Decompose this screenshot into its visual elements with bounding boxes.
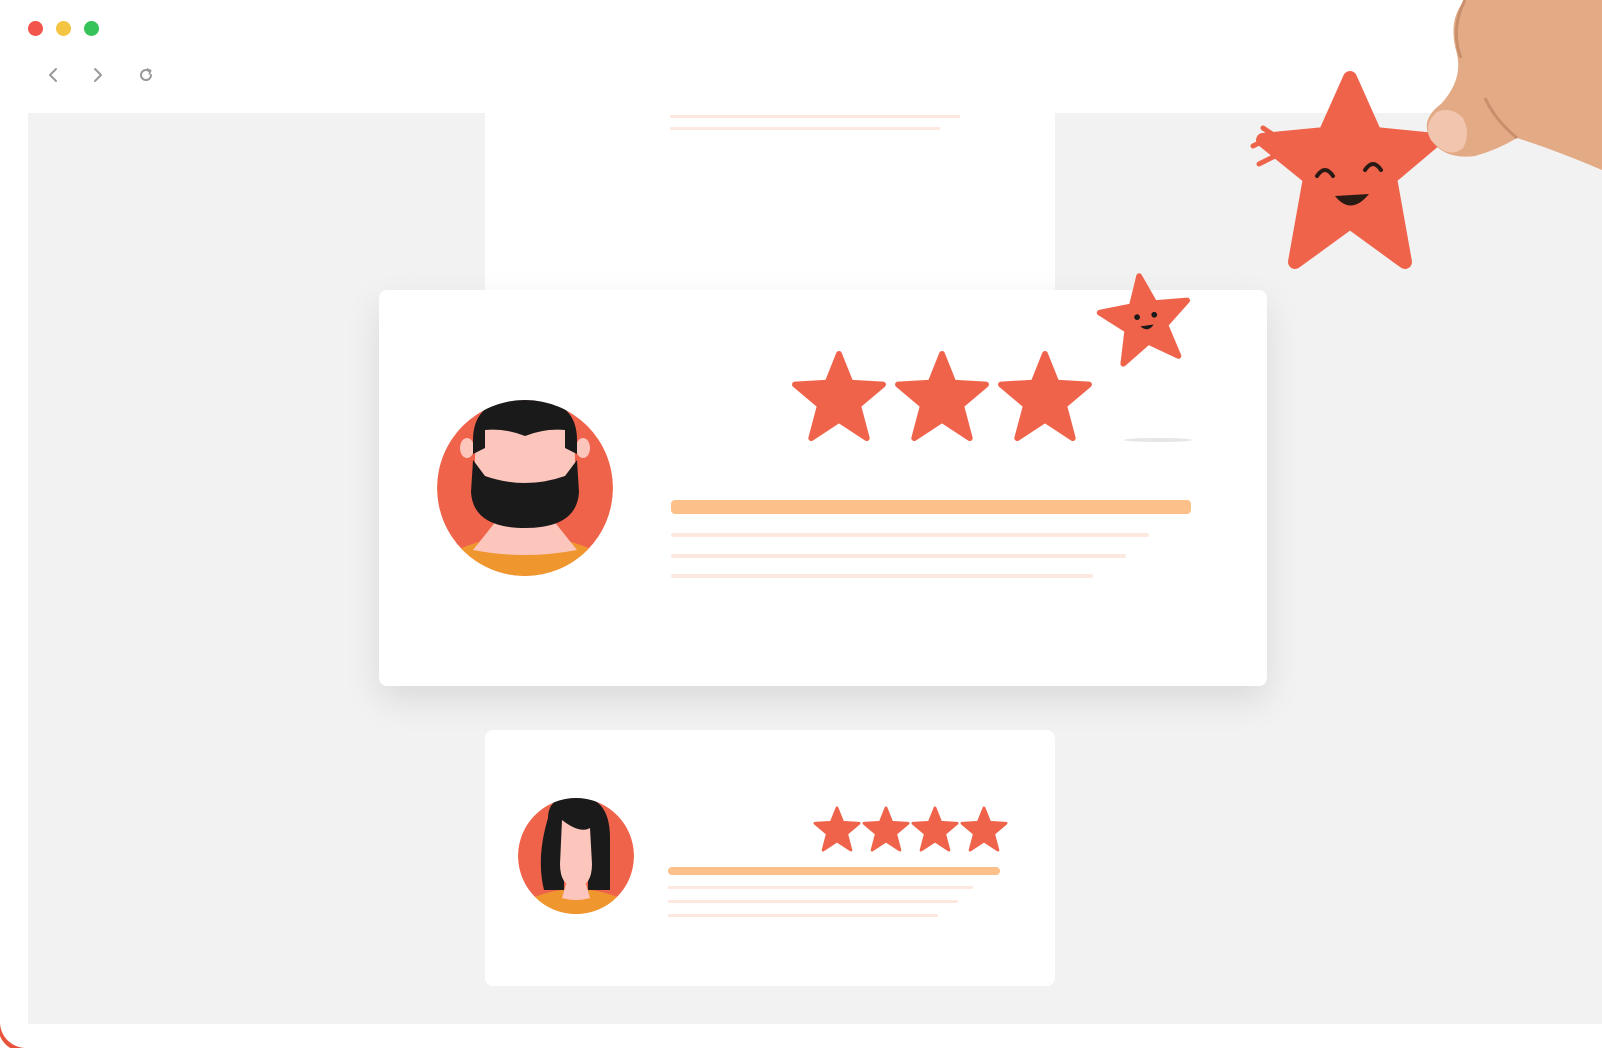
maximize-window-button[interactable]	[84, 21, 99, 36]
chevron-right-icon	[94, 68, 102, 82]
review-title-bar	[671, 500, 1191, 514]
hand-holding-star	[1235, 0, 1602, 290]
reload-icon	[140, 68, 153, 81]
review-text-line	[671, 533, 1149, 537]
happy-star-icon	[1096, 273, 1191, 367]
close-window-button[interactable]	[28, 21, 43, 36]
rating-star	[960, 806, 1008, 852]
review-card-bottom[interactable]	[485, 730, 1055, 986]
review-text-line	[668, 900, 958, 903]
rating-star	[998, 350, 1092, 442]
review-text-line	[670, 127, 940, 130]
review-card-top[interactable]	[485, 113, 1055, 313]
rating-star	[792, 350, 886, 442]
forward-button[interactable]	[84, 62, 110, 88]
review-text-line	[671, 574, 1093, 578]
review-text-line	[670, 115, 960, 118]
star-shadow	[1124, 438, 1192, 442]
review-text-line	[668, 886, 973, 889]
bearded-man-avatar	[437, 400, 613, 576]
rating-star	[895, 350, 989, 442]
back-button[interactable]	[41, 62, 67, 88]
rating-star	[862, 806, 910, 852]
woman-avatar	[518, 798, 634, 914]
review-title-bar	[668, 867, 1000, 875]
review-text-line	[671, 554, 1126, 558]
rating-star	[911, 806, 959, 852]
chevron-left-icon	[49, 68, 57, 82]
review-card-main[interactable]	[379, 273, 1267, 686]
review-text-line	[668, 914, 938, 917]
reload-button[interactable]	[133, 62, 159, 88]
rating-star	[813, 806, 861, 852]
minimize-window-button[interactable]	[56, 21, 71, 36]
